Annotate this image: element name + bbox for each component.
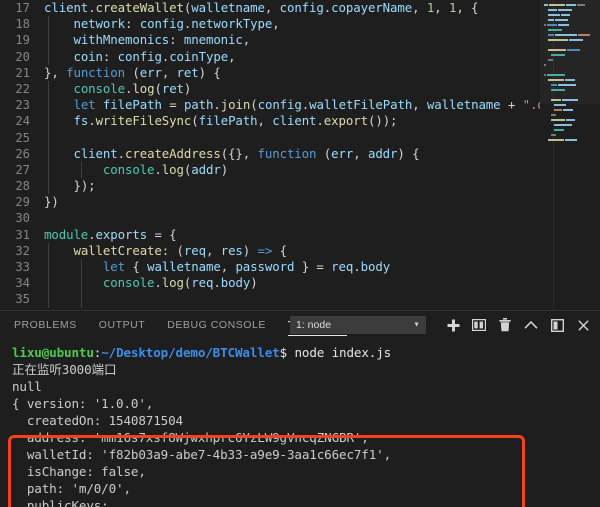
- minimap-rows: [544, 3, 598, 143]
- close-icon[interactable]: [570, 314, 596, 336]
- code-minimap[interactable]: [540, 0, 600, 310]
- code-line: 19 withMnemonics: mnemonic,: [0, 32, 540, 49]
- terminal-line: path: 'm/0/0',: [12, 481, 131, 496]
- code-line: 34 console.log(req.body): [0, 275, 540, 292]
- line-content: coin: config.coinType,: [44, 48, 540, 65]
- code-line: 33 let { walletname, password } = req.bo…: [0, 259, 540, 276]
- line-number: 19: [15, 33, 30, 48]
- code-line: 24 fs.writeFileSync(filePath, client.exp…: [0, 113, 540, 130]
- line-content: [44, 210, 540, 226]
- line-content: [44, 291, 540, 308]
- chevron-up-icon[interactable]: [518, 314, 544, 336]
- chevron-down-icon: ▼: [413, 321, 420, 329]
- split-panel-icon[interactable]: [466, 314, 492, 336]
- line-number: 29: [15, 195, 30, 210]
- code-line: 21 }, function (err, ret) {: [0, 65, 540, 81]
- terminal-line: null: [12, 379, 42, 394]
- terminal-selector-dropdown[interactable]: 1: node ▼: [290, 316, 426, 334]
- code-line: 31 module.exports = {: [0, 227, 540, 243]
- line-number: 23: [15, 98, 30, 113]
- line-number: 26: [15, 146, 30, 161]
- line-number: 35: [15, 292, 30, 307]
- line-content: console.log(addr): [44, 161, 540, 179]
- line-content: [44, 129, 540, 146]
- panel-toolbar: 1: node ▼: [290, 311, 596, 339]
- code-line: 22 console.log(ret): [0, 80, 540, 98]
- vscode-window: 17 client.createWallet(walletname, confi…: [0, 0, 600, 507]
- code-line: 32 walletCreate: (req, res) => {: [0, 242, 540, 260]
- line-content: let { walletname, password } = req.body: [44, 259, 540, 276]
- terminal-command: node index.js: [294, 345, 392, 360]
- line-number: 34: [15, 276, 30, 291]
- terminal-prompt-path: ~/Desktop/demo/BTCWallet: [101, 345, 280, 360]
- line-content: withMnemonics: mnemonic,: [44, 32, 540, 49]
- line-number: 33: [15, 260, 30, 274]
- line-number: 24: [15, 114, 30, 129]
- terminal-line: walletId: 'f82b03a9-abe7-4b33-a9e9-3aa1c…: [12, 447, 392, 462]
- terminal-output[interactable]: lixu@ubuntu:~/Desktop/demo/BTCWallet$ no…: [0, 339, 600, 507]
- tab-problems[interactable]: PROBLEMS: [14, 315, 77, 336]
- terminal-line: address: 'mm16s7xsf8Wjwxhprc6YzLW9gVncqZ…: [12, 430, 369, 445]
- code-line: 28 });: [0, 178, 540, 195]
- line-number: 18: [15, 17, 30, 32]
- code-line: 23 let filePath = path.join(config.walle…: [0, 97, 540, 114]
- panel-header: PROBLEMS OUTPUT DEBUG CONSOLE TERMINAL 1…: [0, 311, 600, 339]
- tab-debug-console[interactable]: DEBUG CONSOLE: [167, 315, 266, 336]
- code-editor[interactable]: 17 client.createWallet(walletname, confi…: [0, 0, 600, 310]
- line-content: });: [44, 178, 540, 195]
- line-number: 21: [15, 65, 30, 80]
- code-line: 27 console.log(addr): [0, 161, 540, 179]
- terminal-prompt-line: lixu@ubuntu:~/Desktop/demo/BTCWallet$ no…: [12, 344, 600, 361]
- plus-icon[interactable]: [440, 314, 466, 336]
- terminal-prompt-user: lixu@ubuntu: [12, 345, 94, 360]
- line-content: walletCreate: (req, res) => {: [44, 242, 540, 260]
- line-content: fs.writeFileSync(filePath, client.export…: [44, 113, 540, 130]
- terminal-line: createdOn: 1540871504: [12, 413, 183, 428]
- code-line: 25: [0, 129, 540, 146]
- terminal-line: publicKeys:: [12, 498, 109, 507]
- code-text-area[interactable]: 17 client.createWallet(walletname, confi…: [0, 0, 540, 310]
- code-line: 18 network: config.networkType,: [0, 16, 540, 33]
- line-number: 32: [15, 243, 30, 258]
- panel-layout-icon[interactable]: [544, 314, 570, 336]
- line-number: 20: [15, 49, 30, 64]
- line-number: 31: [15, 227, 30, 242]
- line-content: client.createWallet(walletname, config.c…: [44, 0, 479, 15]
- line-number: 17: [15, 1, 30, 15]
- terminal-line: { version: '1.0.0',: [12, 396, 154, 411]
- line-number: 25: [15, 130, 30, 145]
- line-number: 28: [15, 179, 30, 194]
- line-content: console.log(req.body): [44, 275, 540, 292]
- bottom-panel: PROBLEMS OUTPUT DEBUG CONSOLE TERMINAL 1…: [0, 310, 600, 507]
- code-line: 20 coin: config.coinType,: [0, 48, 540, 65]
- line-content: client.createAddress({}, function (err, …: [44, 145, 540, 163]
- trash-icon[interactable]: [492, 314, 518, 336]
- terminal-prompt-symbol: $: [279, 345, 295, 360]
- line-content: console.log(ret): [44, 80, 540, 98]
- code-line: 26 client.createAddress({}, function (er…: [0, 145, 540, 163]
- line-content: module.exports = {: [44, 226, 177, 242]
- terminal-selector-value: 1: node: [296, 319, 332, 331]
- line-content: }, function (err, ret) {: [44, 64, 221, 80]
- code-line: 17 client.createWallet(walletname, confi…: [0, 0, 540, 16]
- terminal-line: 正在监听3000端口: [12, 362, 117, 377]
- line-content: let filePath = path.join(config.walletFi…: [44, 97, 540, 114]
- line-content: }): [44, 194, 59, 210]
- terminal-line: isChange: false,: [12, 464, 146, 479]
- code-line: 30: [0, 210, 540, 226]
- tab-output[interactable]: OUTPUT: [99, 315, 145, 336]
- code-line: 29 }): [0, 194, 540, 210]
- line-number: 30: [15, 211, 30, 226]
- line-number: 27: [15, 162, 30, 177]
- code-line: 35: [0, 291, 540, 308]
- line-number: 22: [15, 81, 30, 96]
- line-content: network: config.networkType,: [44, 16, 540, 33]
